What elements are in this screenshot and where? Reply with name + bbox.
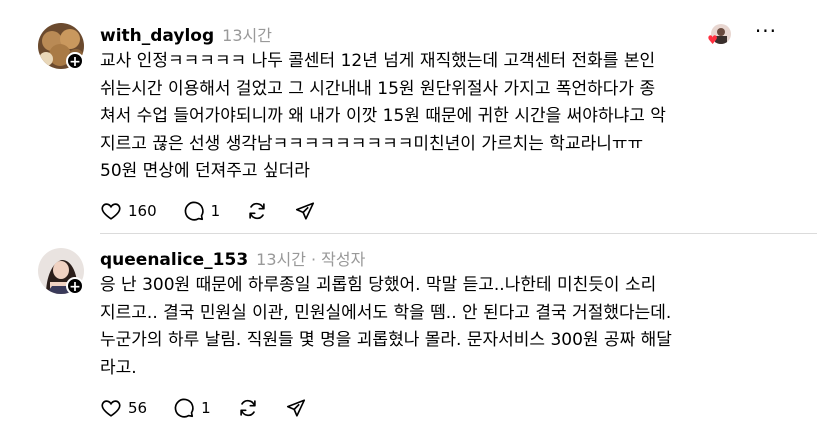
post-line: 응 난 300원 때문에 하루종일 괴롭힘 당했어. 막말 듣고..나한테 미친…: [100, 275, 657, 295]
comment-button[interactable]: 1: [173, 397, 211, 419]
username[interactable]: queenalice_153: [100, 250, 248, 270]
repost-icon: [239, 399, 256, 417]
share-button[interactable]: [285, 397, 307, 419]
heart-icon: [101, 203, 121, 220]
thread-reply: + queenalice_153 13시간 · 작성자 응 난 300원 때문에…: [0, 234, 817, 423]
timestamp[interactable]: 13시간: [256, 246, 306, 270]
thread-post: + with_daylog 13시간 ♥ ··· 교사 인정ㅋㅋㅋㅋㅋ 나두 콜…: [0, 0, 817, 233]
action-bar: 160 1: [100, 200, 342, 222]
like-count: 160: [128, 202, 157, 220]
author-tag: · 작성자: [310, 250, 366, 269]
post-header: queenalice_153 13시간 · 작성자: [100, 246, 365, 270]
like-count: 56: [128, 399, 148, 417]
post-line: 누군가의 하루 날림. 직원들 몇 명을 괴롭혔나 몰라. 문자서비스 300원…: [100, 330, 672, 350]
repost-icon: [249, 202, 265, 220]
username[interactable]: with_daylog: [100, 26, 214, 46]
action-bar: 56 1: [100, 397, 333, 419]
post-line: 지르고 끊은 선생 생각남ㅋㅋㅋㅋㅋㅋㅋㅋㅋ미친년이 가르치는 학교라니ㅠㅠ: [100, 133, 644, 154]
share-icon: [286, 399, 305, 417]
like-button[interactable]: 160: [100, 200, 157, 222]
comment-count: 1: [201, 399, 211, 417]
like-button[interactable]: 56: [100, 397, 147, 419]
post-body: 교사 인정ㅋㅋㅋㅋㅋ 나두 콜센터 12년 넘게 재직했는데 고객센터 전화를 …: [100, 48, 790, 186]
comment-icon: [174, 398, 194, 418]
follow-plus-icon[interactable]: +: [66, 277, 84, 295]
timestamp[interactable]: 13시간: [222, 22, 272, 46]
post-line: 라고.: [100, 357, 137, 378]
follow-plus-icon[interactable]: +: [66, 52, 84, 70]
post-line: 쉬는시간 이용해서 걸었고 그 시간내내 15원 원단위절사 가지고 폭언하다가…: [100, 78, 656, 99]
post-body: 응 난 300원 때문에 하루종일 괴롭힘 당했어. 막말 듣고..나한테 미친…: [100, 272, 790, 382]
share-button[interactable]: [294, 200, 316, 222]
post-line: 쳐서 수업 들어가야되니까 왜 내가 이깟 15원 때문에 귀한 시간을 써야하…: [100, 106, 666, 126]
comment-button[interactable]: 1: [183, 200, 221, 222]
comment-icon: [184, 201, 204, 221]
post-line: 교사 인정ㅋㅋㅋㅋㅋ 나두 콜센터 12년 넘게 재직했는데 고객센터 전화를 …: [100, 51, 656, 71]
heart-icon: [101, 400, 121, 417]
comment-count: 1: [210, 202, 221, 220]
liked-heart-icon: ♥: [707, 33, 718, 47]
post-line: 50원 면상에 던져주고 싶더라: [100, 161, 310, 181]
post-header: with_daylog 13시간: [100, 22, 272, 46]
share-icon: [296, 202, 315, 220]
repost-button[interactable]: [237, 397, 259, 419]
repost-button[interactable]: [246, 200, 268, 222]
post-line: 지르고.. 결국 민원실 이관, 민원실에서도 학을 뗌.. 안 된다고 결국 …: [100, 302, 672, 323]
more-options-icon[interactable]: ···: [755, 19, 777, 43]
